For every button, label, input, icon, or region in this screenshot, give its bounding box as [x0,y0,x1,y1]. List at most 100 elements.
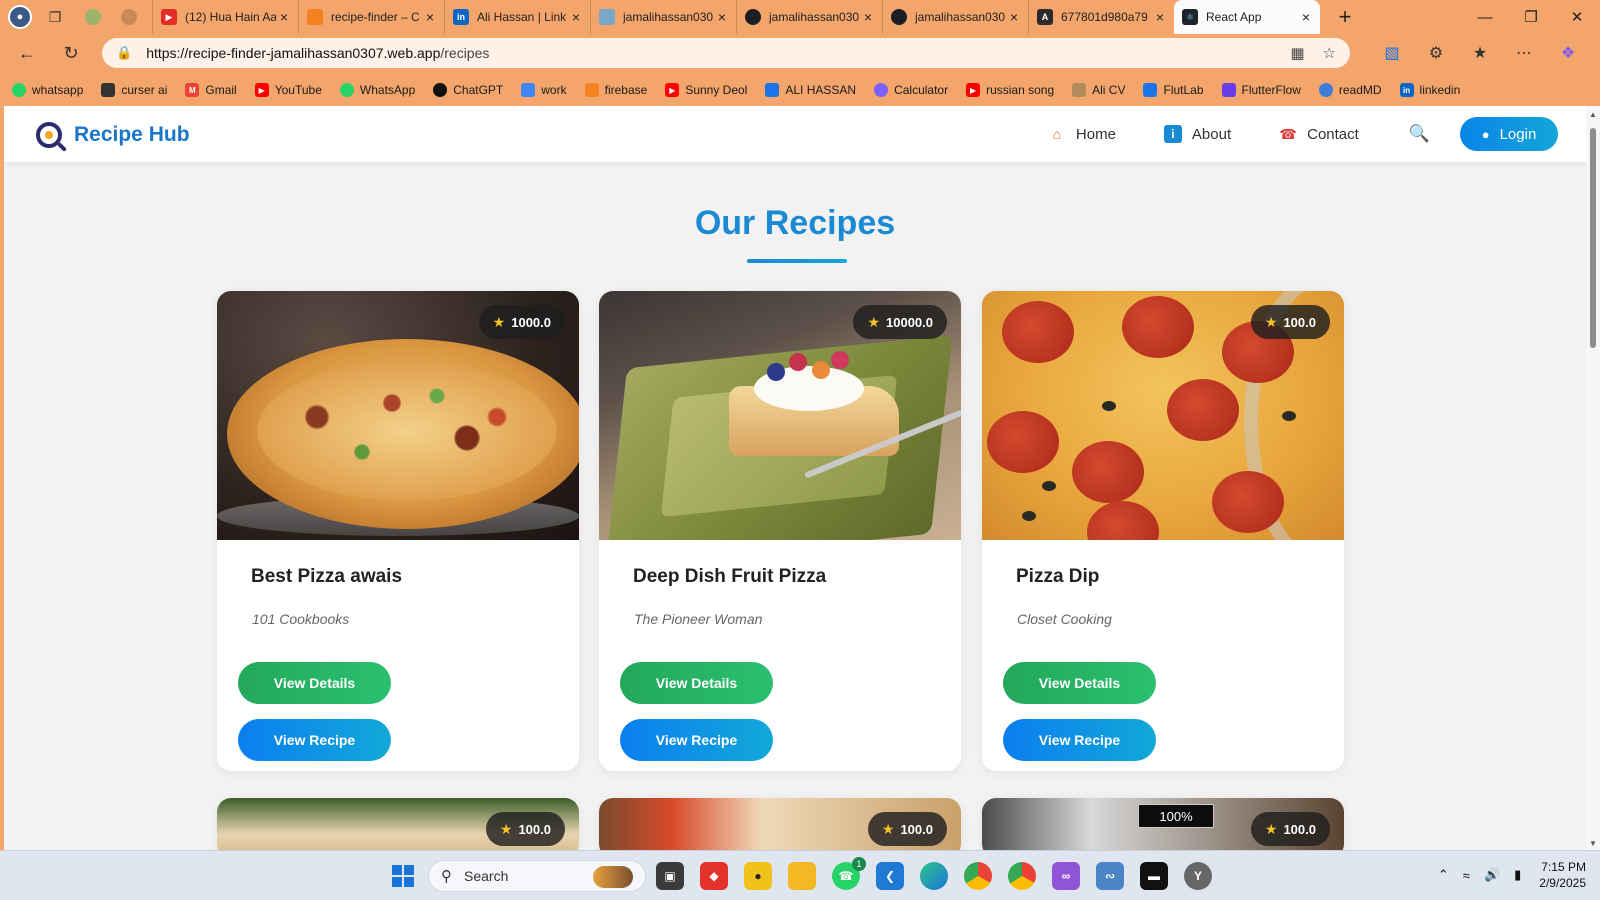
photos-icon[interactable]: ∾ [1096,862,1124,890]
address-bar[interactable]: 🔒 https://recipe-finder-jamalihassan0307… [102,38,1350,68]
clock-time: 7:15 PM [1541,860,1586,874]
brand-logo[interactable]: Recipe Hub [36,122,190,148]
yandex-icon[interactable]: Y [1184,862,1212,890]
bookmark-item[interactable]: firebase [584,83,647,97]
close-tab-icon[interactable]: × [422,9,438,25]
view-details-button[interactable]: View Details [1003,662,1156,704]
nav-home[interactable]: ⌂ Home [1048,125,1116,143]
battery-icon[interactable]: ▮ [1514,867,1521,883]
recipe-publisher: Closet Cooking [1017,611,1112,627]
bookmark-item[interactable]: Calculator [874,83,948,97]
extensions-icon[interactable]: ⚙ [1414,38,1458,68]
browser-tab[interactable]: A 677801d980a79 × [1028,0,1174,34]
scroll-down-icon[interactable]: ▼ [1586,839,1600,848]
browser-tab[interactable]: jamalihassan030 × [736,0,882,34]
recipe-image[interactable]: ★ 100.0 [599,798,961,850]
nav-contact[interactable]: ☎ Contact [1279,125,1358,143]
clock[interactable]: 7:15 PM 2/9/2025 [1539,859,1586,891]
scrollbar-thumb[interactable] [1590,128,1596,348]
url-path: /recipes [440,45,490,61]
chevron-up-icon[interactable]: ⌃ [1438,867,1449,883]
back-icon[interactable]: ← [10,36,44,70]
more-menu-icon[interactable]: ⋯ [1502,38,1546,68]
view-recipe-button[interactable]: View Recipe [1003,719,1156,761]
favorites-icon[interactable]: ★ [1458,38,1502,68]
chrome-profile-icon[interactable] [1008,862,1036,890]
capcut-icon[interactable]: ▬ [1140,862,1168,890]
new-tab-button[interactable]: + [1330,4,1360,30]
bookmark-item[interactable]: FlutLab [1143,83,1204,97]
browser-tab[interactable]: ▶ (12) Hua Hain Aa × [152,0,298,34]
volume-icon[interactable]: 🔊 [1484,867,1500,883]
visual-studio-icon[interactable]: ∞ [1052,862,1080,890]
login-button[interactable]: ● Login [1460,117,1558,151]
app-available-icon[interactable]: ▦ [1290,44,1304,62]
chat-app-icon[interactable]: ● [744,862,772,890]
view-recipe-button[interactable]: View Recipe [238,719,391,761]
bookmark-item[interactable]: in linkedin [1399,83,1460,97]
view-recipe-button[interactable]: View Recipe [620,719,773,761]
lock-icon[interactable]: 🔒 [116,45,132,61]
browser-tab[interactable]: in Ali Hassan | Link × [444,0,590,34]
view-details-button[interactable]: View Details [238,662,391,704]
bookmark-item[interactable]: curser ai [101,83,167,97]
workspaces-icon[interactable]: ❐ [42,4,68,30]
chrome-icon[interactable] [964,862,992,890]
translate-icon[interactable]: ▧ [1370,38,1414,68]
close-tab-icon[interactable]: × [1006,9,1022,25]
taskbar-search[interactable]: ⚲ Search [428,860,646,892]
profile-avatar[interactable]: ● [8,5,32,29]
close-tab-icon[interactable]: × [860,9,876,25]
file-explorer-icon[interactable] [788,862,816,890]
bookmark-item[interactable]: ▶ Sunny Deol [665,83,747,97]
bookmark-item[interactable]: whatsapp [12,83,83,97]
anydesk-icon[interactable]: ◆ [700,862,728,890]
recipe-image[interactable]: ★ 1000.0 [217,291,579,540]
search-icon[interactable]: 🔍 [1409,124,1430,144]
edge-icon[interactable] [920,862,948,890]
nav-about[interactable]: i About [1163,125,1231,143]
bookmark-item[interactable]: ▶ YouTube [254,83,322,97]
close-tab-icon[interactable]: × [568,9,584,25]
vscode-icon[interactable]: ❮ [876,862,904,890]
recipe-image[interactable]: ★ 100.0 [217,798,579,850]
browser-tab[interactable]: recipe-finder – C × [298,0,444,34]
close-tab-icon[interactable]: × [1152,9,1168,25]
scroll-up-icon[interactable]: ▲ [1586,110,1600,119]
close-window-icon[interactable]: ✕ [1554,0,1600,34]
bookmark-item[interactable]: WhatsApp [339,83,415,97]
close-tab-icon[interactable]: × [276,9,292,25]
wifi-icon[interactable]: ≈ [1463,868,1470,883]
bookmark-item[interactable]: Ali CV [1072,83,1125,97]
bookmark-item[interactable]: ALI HASSAN [765,83,856,97]
favorite-star-icon[interactable]: ☆ [1323,44,1336,62]
pinned-tab-1[interactable] [80,4,106,30]
refresh-icon[interactable]: ↻ [54,36,88,70]
bookmark-label: ALI HASSAN [785,83,857,97]
bookmark-item[interactable]: ▶ russian song [966,83,1054,97]
bookmark-item[interactable]: ChatGPT [433,83,503,97]
windows-start-icon[interactable] [392,865,414,887]
linkedin-icon: in [1399,83,1414,97]
recipe-image[interactable]: ★ 100.0 [982,291,1344,540]
recipe-image[interactable]: ★ 10000.0 [599,291,961,540]
browser-tab[interactable]: jamalihassan030 × [590,0,736,34]
browser-tab-active[interactable]: ⚛ React App × [1174,0,1320,34]
rating-value: 1000.0 [511,314,551,330]
bookmark-item[interactable]: M Gmail [185,83,237,97]
bookmark-item[interactable]: work [521,83,567,97]
copilot-icon[interactable]: ❖ [1546,38,1590,68]
page-scrollbar[interactable]: ▲ ▼ [1586,106,1600,850]
pinned-tab-2[interactable] [116,4,142,30]
bookmark-item[interactable]: readMD [1318,83,1382,97]
browser-tab[interactable]: jamalihassan030 × [882,0,1028,34]
view-details-button[interactable]: View Details [620,662,773,704]
bookmark-item[interactable]: FlutterFlow [1221,83,1301,97]
close-tab-icon[interactable]: × [714,9,730,25]
restore-icon[interactable]: ❐ [1508,0,1554,34]
url-text[interactable]: https://recipe-finder-jamalihassan0307.w… [146,45,1272,61]
rating-value: 100.0 [900,821,933,837]
task-view-icon[interactable]: ▣ [656,862,684,890]
close-tab-icon[interactable]: × [1298,9,1314,25]
minimize-icon[interactable]: — [1462,0,1508,34]
